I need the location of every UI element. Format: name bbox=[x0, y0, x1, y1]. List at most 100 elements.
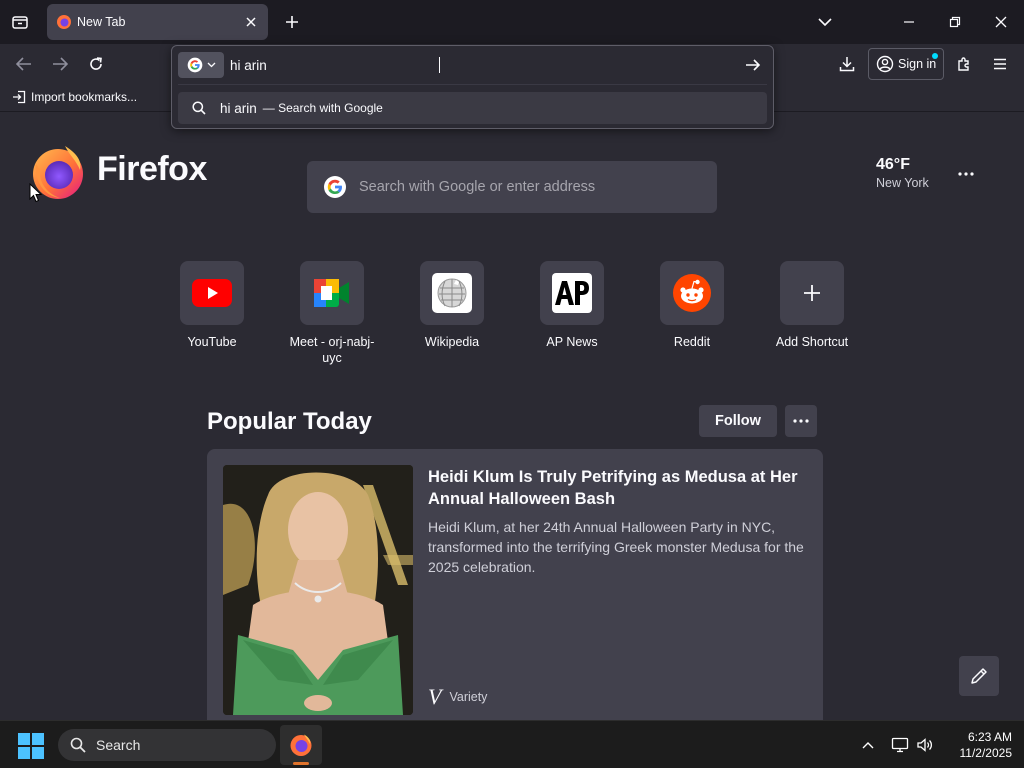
shortcut-reddit[interactable]: Reddit bbox=[644, 261, 740, 350]
shortcut-youtube[interactable]: YouTube bbox=[164, 261, 260, 350]
firefox-view-button[interactable] bbox=[6, 8, 34, 36]
pencil-icon bbox=[971, 668, 987, 684]
shortcut-tile bbox=[780, 261, 844, 325]
taskbar-firefox[interactable] bbox=[280, 725, 322, 765]
close-window-button[interactable] bbox=[978, 0, 1024, 44]
firefox-view-icon bbox=[12, 16, 28, 29]
shortcut-ap-news[interactable]: AP News bbox=[524, 261, 620, 350]
weather-temperature: 46°F bbox=[876, 156, 910, 173]
story-title[interactable]: Heidi Klum Is Truly Petrifying as Medusa… bbox=[428, 466, 808, 510]
section-menu-button[interactable] bbox=[785, 405, 817, 437]
taskbar-search-label: Search bbox=[96, 737, 141, 753]
url-bar: hi arin — Search with Google bbox=[171, 45, 774, 129]
shortcut-tile bbox=[540, 261, 604, 325]
url-input[interactable] bbox=[230, 52, 730, 78]
taskbar-search[interactable]: Search bbox=[58, 729, 276, 761]
shortcut-label: Wikipedia bbox=[424, 335, 480, 349]
close-icon bbox=[995, 16, 1007, 28]
story-source-name: Variety bbox=[449, 690, 488, 704]
forward-button[interactable] bbox=[46, 50, 74, 78]
firefox-wordmark: Firefox bbox=[97, 150, 207, 188]
speaker-icon bbox=[917, 738, 933, 752]
divider bbox=[178, 84, 767, 85]
weather-location: New York bbox=[876, 176, 929, 190]
account-icon bbox=[876, 55, 894, 73]
plus-icon bbox=[286, 16, 298, 28]
sign-in-button[interactable]: Sign in bbox=[868, 48, 944, 80]
download-icon bbox=[839, 57, 855, 72]
hamburger-menu-icon bbox=[994, 58, 1006, 70]
tab-close-button[interactable] bbox=[242, 13, 260, 31]
google-icon bbox=[324, 176, 346, 198]
search-engine-button[interactable] bbox=[178, 52, 224, 78]
google-icon bbox=[187, 57, 202, 73]
story-excerpt: Heidi Klum, at her 24th Annual Halloween… bbox=[428, 519, 804, 575]
windows-taskbar: Search 6:23 AM 11/2/2025 bbox=[0, 720, 1024, 768]
newtab-search-box[interactable] bbox=[307, 161, 717, 213]
weather-widget[interactable]: 46°F New York bbox=[876, 156, 929, 190]
customize-button[interactable] bbox=[959, 656, 999, 696]
chevron-down-icon bbox=[207, 62, 215, 68]
system-clock[interactable]: 6:23 AM 11/2/2025 bbox=[938, 729, 1013, 761]
shortcut-google-meet[interactable]: Meet - orj-nabj-uyc bbox=[284, 261, 380, 366]
notification-dot bbox=[932, 53, 938, 59]
go-button[interactable] bbox=[741, 53, 765, 77]
list-all-tabs-button[interactable] bbox=[811, 8, 839, 36]
minimize-button[interactable] bbox=[886, 0, 932, 44]
app-menu-button[interactable] bbox=[986, 50, 1014, 78]
suggestion-text: hi arin bbox=[220, 100, 257, 116]
show-hidden-icons-button[interactable] bbox=[856, 733, 880, 757]
import-bookmarks-label: Import bookmarks... bbox=[31, 90, 138, 104]
close-icon bbox=[246, 17, 256, 27]
arrow-right-icon bbox=[746, 59, 761, 71]
story-card[interactable]: Heidi Klum Is Truly Petrifying as Medusa… bbox=[207, 449, 823, 739]
search-icon bbox=[192, 101, 206, 115]
volume-button[interactable] bbox=[913, 733, 937, 757]
new-tab-button[interactable] bbox=[278, 8, 306, 36]
shortcut-add[interactable]: Add Shortcut bbox=[764, 261, 860, 350]
windows-start-icon[interactable] bbox=[18, 733, 44, 759]
google-meet-icon bbox=[314, 279, 349, 307]
forward-arrow-icon bbox=[53, 57, 68, 71]
wikipedia-icon bbox=[432, 273, 472, 313]
puzzle-icon bbox=[958, 57, 969, 71]
variety-logo: V bbox=[428, 684, 442, 709]
tab-title: New Tab bbox=[77, 15, 126, 29]
youtube-icon bbox=[192, 279, 232, 307]
restore-button[interactable] bbox=[932, 0, 978, 44]
import-icon bbox=[13, 90, 26, 104]
section-title: Popular Today bbox=[207, 408, 372, 435]
search-icon bbox=[70, 737, 86, 753]
network-button[interactable] bbox=[888, 733, 912, 757]
firefox-icon bbox=[290, 734, 312, 756]
import-bookmarks-button[interactable]: Import bookmarks... bbox=[12, 90, 137, 104]
newtab-search-input[interactable] bbox=[359, 175, 699, 199]
follow-button[interactable]: Follow bbox=[699, 405, 777, 437]
reload-button[interactable] bbox=[82, 50, 110, 78]
weather-menu-button[interactable] bbox=[952, 160, 980, 188]
shortcut-label: Meet - orj-nabj-uyc bbox=[289, 335, 375, 365]
clock-time: 6:23 AM bbox=[967, 730, 1012, 744]
shortcut-wikipedia[interactable]: Wikipedia bbox=[404, 261, 500, 350]
search-suggestion[interactable]: hi arin — Search with Google bbox=[178, 92, 767, 124]
tab-strip: New Tab bbox=[0, 0, 1024, 44]
reddit-icon bbox=[673, 274, 711, 312]
ap-news-icon bbox=[552, 273, 592, 313]
shortcut-label: YouTube bbox=[187, 335, 237, 349]
firefox-favicon-icon bbox=[57, 15, 71, 29]
more-options-icon bbox=[793, 419, 809, 423]
shortcut-tile bbox=[300, 261, 364, 325]
chevron-down-icon bbox=[818, 18, 832, 27]
downloads-button[interactable] bbox=[833, 50, 861, 78]
text-caret bbox=[439, 57, 440, 73]
tab-new-tab[interactable]: New Tab bbox=[47, 4, 268, 40]
more-options-icon bbox=[958, 172, 974, 176]
shortcut-label: Add Shortcut bbox=[775, 335, 849, 349]
shortcut-tile bbox=[420, 261, 484, 325]
back-button[interactable] bbox=[10, 50, 38, 78]
extensions-button[interactable] bbox=[950, 50, 978, 78]
plus-icon bbox=[804, 285, 820, 301]
shortcut-label: AP News bbox=[546, 335, 598, 349]
network-icon bbox=[891, 737, 909, 753]
clock-date: 11/2/2025 bbox=[959, 746, 1013, 760]
